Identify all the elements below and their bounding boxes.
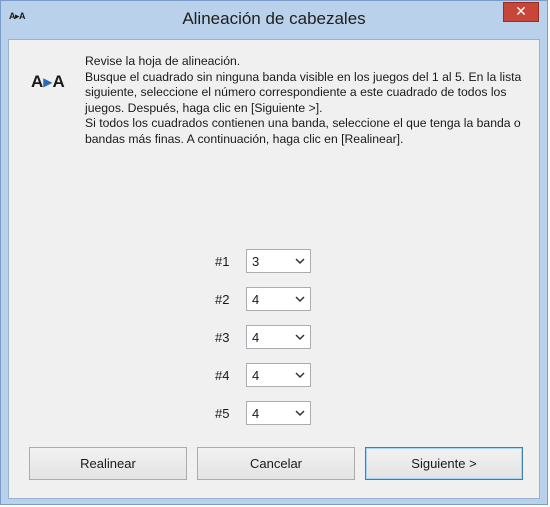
- instruction-line-1: Revise la hoja de alineación.: [85, 54, 241, 68]
- chevron-down-icon: [295, 296, 305, 303]
- selector-label-5: #5: [215, 406, 230, 421]
- selector-row-5: #5 4: [215, 401, 325, 427]
- close-button[interactable]: ✕: [503, 2, 539, 22]
- select-value-3: 4: [252, 330, 260, 345]
- selector-row-2: #2 4: [215, 287, 325, 313]
- pattern-select-5[interactable]: 4: [246, 401, 311, 425]
- title-bar[interactable]: A▸A Alineación de cabezales ✕: [1, 1, 547, 39]
- selector-label-3: #3: [215, 330, 230, 345]
- pattern-select-4[interactable]: 4: [246, 363, 311, 387]
- chevron-down-icon: [295, 258, 305, 265]
- window-title: Alineación de cabezales: [182, 9, 366, 28]
- cancel-button[interactable]: Cancelar: [197, 447, 355, 480]
- selector-label-1: #1: [215, 254, 230, 269]
- select-value-2: 4: [252, 292, 260, 307]
- selector-label-4: #4: [215, 368, 230, 383]
- instruction-line-3: Si todos los cuadrados contienen una ban…: [85, 116, 521, 146]
- select-value-1: 3: [252, 254, 260, 269]
- chevron-down-icon: [295, 334, 305, 341]
- selector-row-1: #1 3: [215, 249, 325, 275]
- selector-label-2: #2: [215, 292, 230, 307]
- instruction-line-2: Busque el cuadrado sin ninguna banda vis…: [85, 69, 522, 115]
- next-button[interactable]: Siguiente >: [365, 447, 523, 480]
- chevron-down-icon: [295, 372, 305, 379]
- dialog-window: A▸A Alineación de cabezales ✕ A▶A Revise…: [0, 0, 548, 505]
- realign-button[interactable]: Realinear: [29, 447, 187, 480]
- instructions-text: Revise la hoja de alineación. Busque el …: [85, 54, 530, 147]
- selector-row-4: #4 4: [215, 363, 325, 389]
- chevron-down-icon: [295, 410, 305, 417]
- pattern-select-2[interactable]: 4: [246, 287, 311, 311]
- pattern-select-3[interactable]: 4: [246, 325, 311, 349]
- select-value-5: 4: [252, 406, 260, 421]
- pattern-select-1[interactable]: 3: [246, 249, 311, 273]
- selector-row-3: #3 4: [215, 325, 325, 351]
- dialog-content: A▶A Revise la hoja de alineación. Busque…: [8, 39, 540, 499]
- select-value-4: 4: [252, 368, 260, 383]
- alignment-icon: A▶A: [31, 72, 65, 91]
